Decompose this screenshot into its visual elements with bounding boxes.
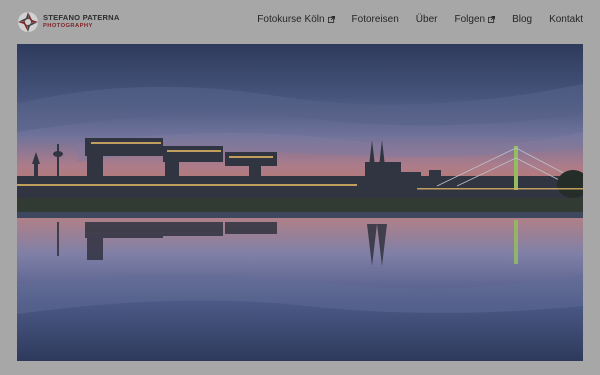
nav-item-label: Folgen (454, 14, 486, 25)
external-link-icon (488, 16, 496, 23)
aperture-logo-icon (18, 12, 38, 32)
nav-item-kontakt[interactable]: Kontakt (549, 14, 583, 25)
site-header: STEFANO PATERNA PHOTOGRAPHY Fotokurse Kö… (0, 0, 600, 44)
nav-item-label: Blog (512, 14, 533, 25)
nav-item-label: Über (415, 14, 438, 25)
nav-item-blog[interactable]: Blog (512, 14, 532, 25)
nav-item-ueber[interactable]: Über (416, 14, 438, 25)
logo-text: STEFANO PATERNA PHOTOGRAPHY (43, 14, 120, 29)
nav-item-label: Fotoreisen (351, 14, 399, 25)
nav-item-fotokurse-koeln[interactable]: Fotokurse Köln (257, 14, 335, 25)
site-logo[interactable]: STEFANO PATERNA PHOTOGRAPHY (17, 9, 120, 35)
nav-item-folgen[interactable]: Folgen (454, 14, 496, 25)
logo-subtitle: PHOTOGRAPHY (43, 22, 93, 29)
hero-image (17, 44, 583, 361)
main-nav: Fotokurse Köln Fotoreisen Über Folgen Bl… (257, 14, 583, 25)
hero-photo-cologne-skyline (17, 44, 583, 361)
nav-item-label: Kontakt (549, 14, 583, 25)
nav-item-label: Fotokurse Köln (257, 14, 325, 25)
external-link-icon (327, 16, 335, 23)
nav-item-fotoreisen[interactable]: Fotoreisen (352, 14, 399, 25)
logo-name: STEFANO PATERNA (43, 13, 120, 23)
